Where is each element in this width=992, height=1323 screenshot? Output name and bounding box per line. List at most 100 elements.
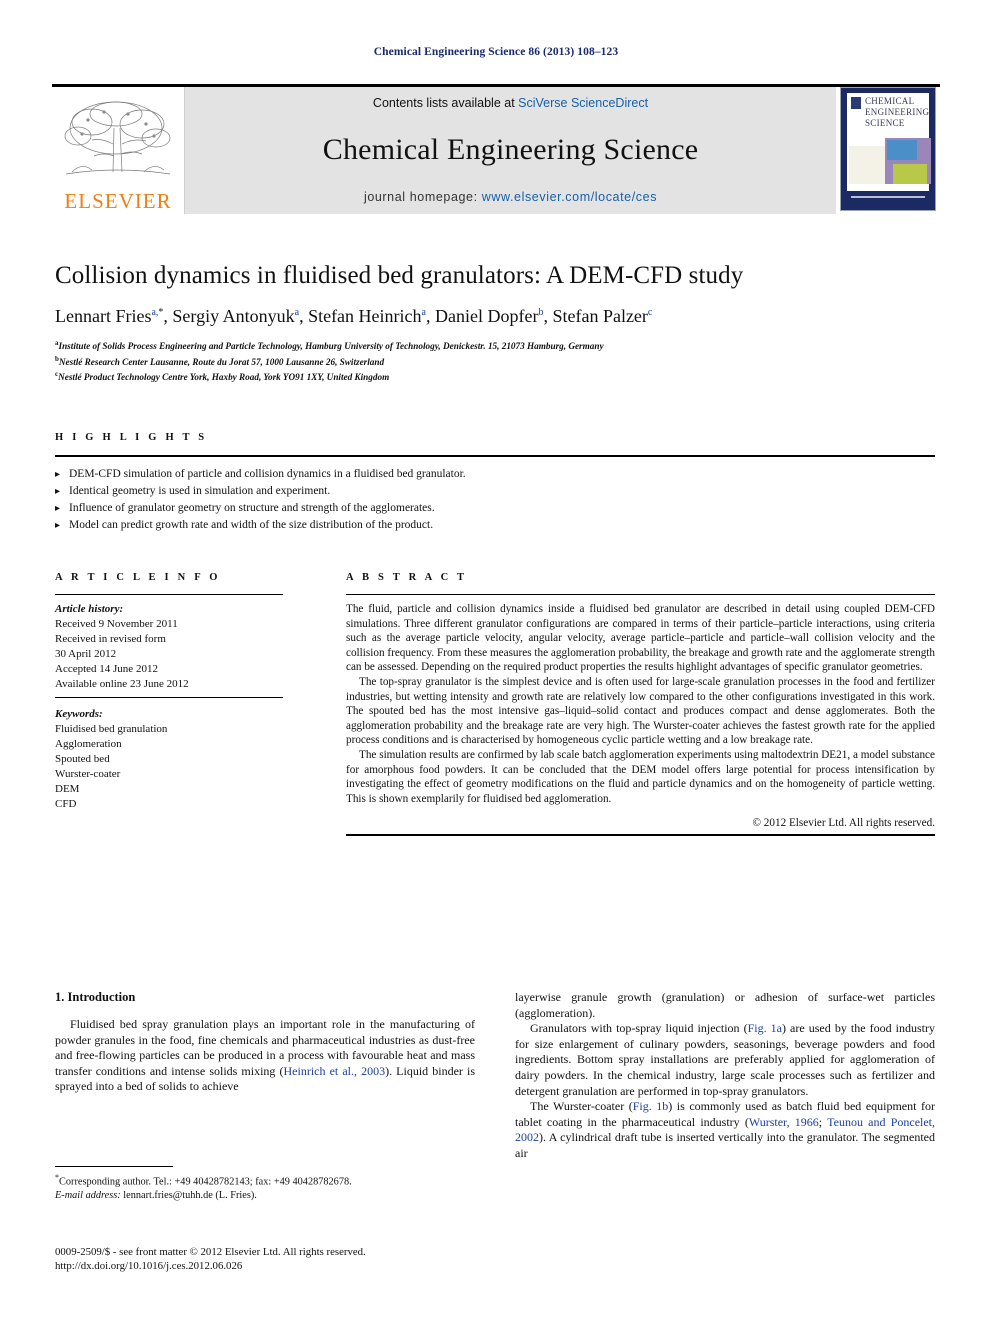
keyword: CFD (55, 798, 77, 810)
article-history-line: Accepted 14 June 2012 (55, 663, 158, 675)
paper-page: Chemical Engineering Science 86 (2013) 1… (0, 0, 992, 1323)
article-history-line: Available online 23 June 2012 (55, 678, 189, 690)
contents-line: Contents lists available at SciVerse Sci… (373, 96, 648, 110)
author-name: Daniel Dopfer (434, 306, 539, 326)
affiliation-text: Nestlé Product Technology Centre York, H… (58, 372, 390, 383)
homepage-prefix: journal homepage: (363, 190, 482, 204)
title-block: Collision dynamics in fluidised bed gran… (55, 262, 935, 384)
abstract-paragraph: The top-spray granulator is the simplest… (346, 675, 935, 747)
page-title: Collision dynamics in fluidised bed gran… (55, 262, 744, 289)
highlight-text: Identical geometry is used in simulation… (69, 485, 331, 497)
affiliation-text: Nestlé Research Center Lausanne, Route d… (58, 356, 385, 367)
article-history-line: 30 April 2012 (55, 648, 117, 660)
author-name: Stefan Heinrich (308, 306, 422, 326)
abstract-label: A B S T R A C T (346, 572, 468, 583)
copyright-line: © 2012 Elsevier Ltd. All rights reserved… (752, 817, 936, 830)
figure-link[interactable]: Fig. 1a (748, 1021, 782, 1035)
corresponding-author-star: * (158, 307, 164, 318)
issn-line: 0009-2509/$ - see front matter © 2012 El… (55, 1246, 366, 1258)
homepage-url-link[interactable]: www.elsevier.com/locate/ces (482, 190, 657, 204)
history-keywords-divider (55, 697, 283, 698)
abstract-rule (346, 594, 935, 595)
elsevier-wordmark: ELSEVIER (64, 189, 172, 213)
cover-title: CHEMICAL ENGINEERING SCIENCE (865, 96, 930, 128)
triangle-bullet-icon: ▸ (55, 503, 61, 514)
email-address[interactable]: lennart.fries@tuhh.de (L. Fries). (123, 1190, 257, 1201)
keyword: Fluidised bed granulation (55, 723, 168, 735)
author-affiliation-marker: a (294, 307, 300, 318)
citation-link[interactable]: Wurster, 1966 (749, 1115, 819, 1129)
affiliation-list: aInstitute of Solids Process Engineering… (55, 337, 935, 384)
issn-block: 0009-2509/$ - see front matter © 2012 El… (55, 1245, 555, 1273)
body-column-left: 1. Introduction Fluidised bed spray gran… (55, 990, 475, 1162)
author: Sergiy Antonyuka (172, 306, 299, 326)
citation-link[interactable]: Heinrich et al., 2003 (284, 1064, 386, 1078)
body-column-right: layerwise granule growth (granulation) o… (515, 990, 935, 1162)
author-name: Stefan Palzer (552, 306, 648, 326)
author: Daniel Dopferb (435, 306, 543, 326)
contents-prefix: Contents lists available at (372, 96, 519, 110)
list-item: ▸ Model can predict growth rate and width… (55, 517, 935, 534)
article-history-line: Received in revised form (55, 633, 166, 645)
highlights-list: ▸ DEM-CFD simulation of particle and coll… (55, 466, 935, 534)
affiliation: cNestlé Product Technology Centre York, … (55, 368, 935, 384)
affiliation: bNestlé Research Center Lausanne, Route … (55, 353, 935, 369)
body-columns: 1. Introduction Fluidised bed spray gran… (55, 990, 935, 1162)
highlight-text: Influence of granulator geometry on stru… (69, 502, 435, 514)
author-name: Sergiy Antonyuk (172, 306, 295, 326)
author: Stefan Palzerc (552, 306, 652, 326)
highlight-text: Model can predict growth rate and width … (69, 519, 434, 531)
body-paragraph: layerwise granule growth (granulation) o… (515, 990, 935, 1020)
cover-publisher-icon (851, 97, 861, 109)
abstract-paragraph: The simulation results are confirmed by … (346, 748, 935, 805)
body-paragraph: Granulators with top-spray liquid inject… (515, 1021, 935, 1098)
author-affiliation-marker: c (647, 307, 653, 318)
section-heading-introduction: 1. Introduction (55, 990, 136, 1004)
cover-artwork (849, 138, 931, 188)
keyword: Agglomeration (55, 738, 122, 750)
highlights-section: H I G H L I G H T S ▸ DEM-CFD simulation … (55, 432, 935, 534)
corresponding-author-note: *Corresponding author. Tel.: +49 4042878… (55, 1171, 475, 1189)
body-paragraph: The Wurster-coater (Fig. 1b) is commonly… (515, 1099, 936, 1160)
figure-link[interactable]: Fig. 1b (633, 1099, 669, 1113)
email-label: E-mail address: (55, 1189, 121, 1201)
author: Lennart Friesa,* (55, 306, 163, 326)
email-note: E-mail address: lennart.fries@tuhh.de (L… (55, 1189, 475, 1203)
highlights-rule (55, 455, 935, 457)
homepage-line: journal homepage: www.elsevier.com/locat… (364, 190, 657, 204)
journal-title: Chemical Engineering Science (322, 133, 699, 166)
article-history-line: Received 9 November 2011 (55, 618, 178, 630)
article-info-label: A R T I C L E I N F O (55, 572, 221, 583)
info-abstract-section: A R T I C L E I N F O A B S T R A C T Ar… (55, 572, 936, 837)
keyword: DEM (55, 783, 80, 795)
list-item: ▸ Identical geometry is used in simulatio… (55, 483, 935, 500)
journal-banner: ELSEVIER Contents lists available at Sci… (52, 84, 940, 214)
citation-link[interactable]: Teunou and Poncelet, 2002 (515, 1115, 935, 1145)
doi-link[interactable]: http://dx.doi.org/10.1016/j.ces.2012.06.… (55, 1259, 555, 1273)
sciencedirect-link[interactable]: SciVerse ScienceDirect (518, 96, 648, 110)
keyword: Spouted bed (55, 753, 110, 765)
author: Stefan Heinricha (308, 306, 426, 326)
elsevier-tree-icon (64, 101, 171, 175)
list-item: ▸ DEM-CFD simulation of particle and coll… (55, 466, 935, 483)
running-head: Chemical Engineering Science 86 (2013) 1… (373, 46, 619, 58)
list-item: ▸ Influence of granulator geometry on str… (55, 500, 935, 517)
article-info-rule (55, 594, 283, 595)
triangle-bullet-icon: ▸ (55, 520, 61, 531)
footnote-area: *Corresponding author. Tel.: +49 4042878… (55, 1166, 475, 1202)
abstract-paragraph: The fluid, particle and collision dynami… (346, 603, 935, 674)
affiliation: aInstitute of Solids Process Engineering… (55, 337, 935, 353)
abstract-body: The fluid, particle and collision dynami… (330, 602, 936, 837)
affiliation-text: Institute of Solids Process Engineering … (58, 341, 604, 352)
keyword: Wurster-coater (55, 768, 121, 780)
keywords-title: Keywords: (55, 708, 103, 720)
triangle-bullet-icon: ▸ (55, 469, 61, 480)
abstract-bottom-rule (346, 834, 935, 837)
triangle-bullet-icon: ▸ (55, 486, 61, 497)
author-list: Lennart Friesa,*, Sergiy Antonyuka, Stef… (55, 306, 653, 326)
author-name: Lennart Fries (55, 306, 152, 326)
elsevier-logo: ELSEVIER (52, 87, 184, 214)
author-affiliation-marker: a (421, 307, 426, 318)
article-history-title: Article history: (55, 603, 124, 615)
highlights-label: H I G H L I G H T S (55, 432, 208, 443)
